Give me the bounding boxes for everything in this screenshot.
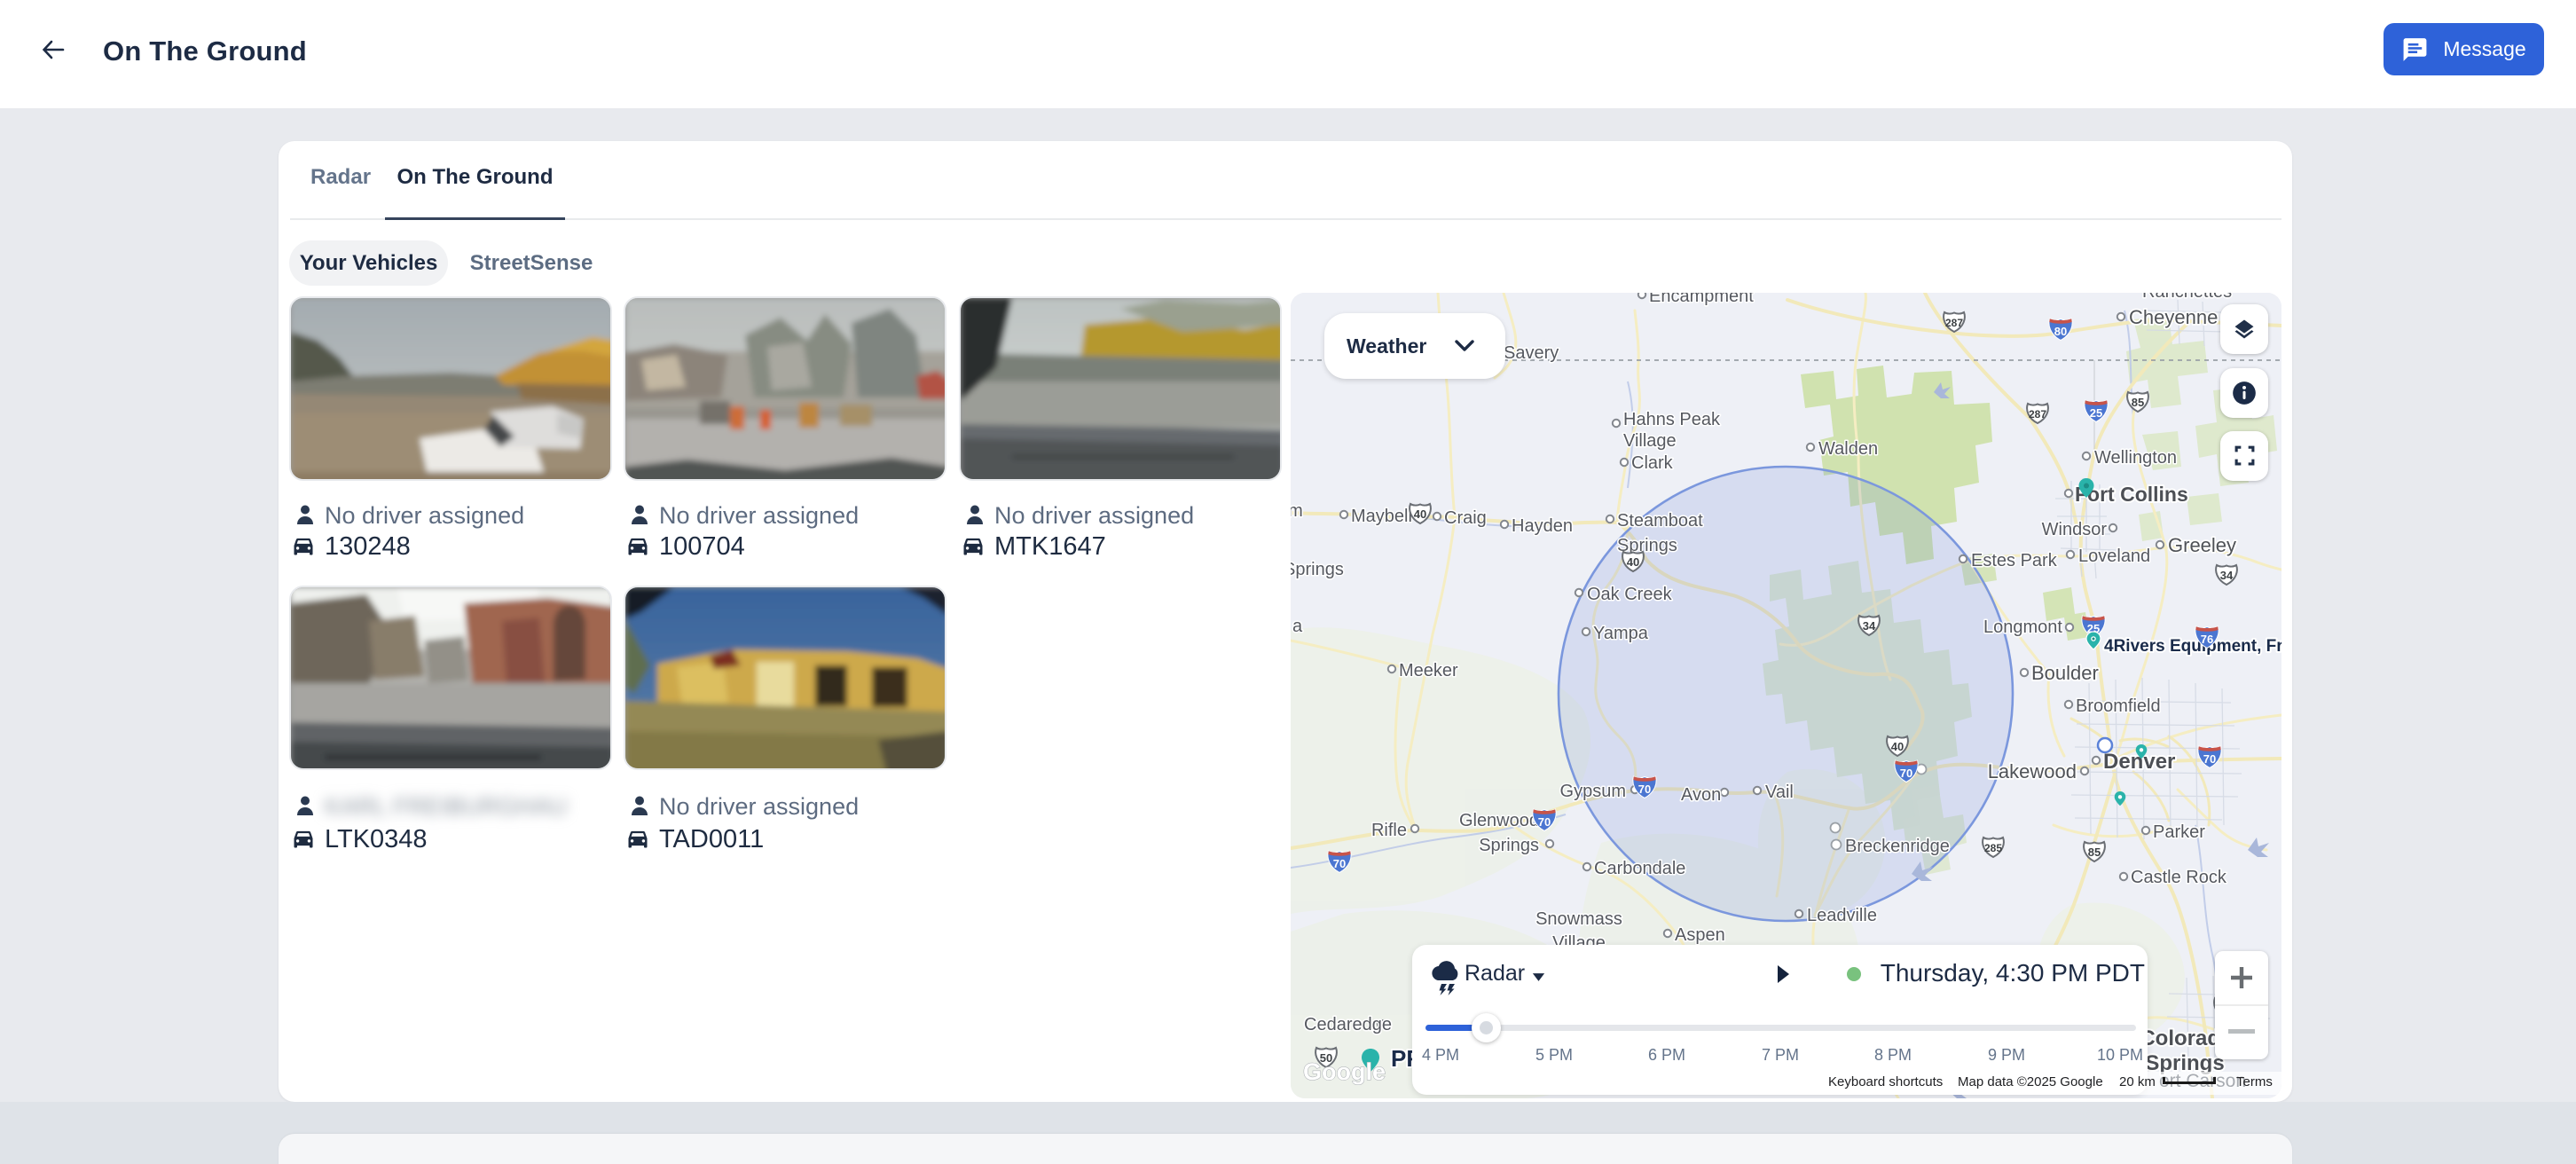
svg-text:a: a [1292,617,1303,636]
svg-text:34: 34 [1863,619,1876,633]
svg-text:Greeley: Greeley [2168,534,2236,556]
svg-text:Rifle: Rifle [1371,821,1407,840]
svg-text:Avon: Avon [1681,785,1721,805]
svg-text:70: 70 [1638,783,1651,796]
svg-text:4Rivers Equipment, Fre: 4Rivers Equipment, Fre [2104,637,2281,656]
svg-text:Broomfield: Broomfield [2076,696,2161,716]
svg-text:Windsor: Windsor [2042,520,2108,539]
svg-text:25: 25 [2090,406,2102,420]
svg-text:Glenwood: Glenwood [1459,811,1539,830]
svg-text:Meeker: Meeker [1399,661,1458,680]
svg-text:Springs: Springs [1479,836,1539,855]
svg-text:40: 40 [1414,507,1426,521]
svg-text:Village: Village [1623,431,1677,451]
svg-text:Savery: Savery [1504,343,1559,363]
svg-text:285: 285 [1984,842,2002,854]
svg-text:70: 70 [1538,815,1551,829]
svg-text:Castle Rock: Castle Rock [2131,868,2227,887]
svg-text:287: 287 [2029,408,2046,421]
svg-text:40: 40 [1627,555,1639,569]
svg-text:Leadville: Leadville [1807,906,1877,925]
svg-text:Cheyenne: Cheyenne [2129,306,2218,328]
svg-text:Wellington: Wellington [2094,448,2177,468]
svg-text:Breckenridge: Breckenridge [1845,837,1950,856]
svg-text:Loveland: Loveland [2078,547,2150,566]
svg-text:Longmont: Longmont [1983,617,2062,637]
svg-text:Encampment: Encampment [1649,293,1754,306]
svg-text:85: 85 [2088,845,2101,859]
svg-text:70: 70 [1333,857,1346,870]
svg-text:287: 287 [1945,317,1963,329]
svg-text:Hayden: Hayden [1512,516,1573,536]
svg-text:Walden: Walden [1818,439,1878,459]
svg-text:Parker: Parker [2153,822,2205,842]
svg-text:Aspen: Aspen [1675,925,1725,945]
svg-text:70: 70 [1900,767,1912,780]
svg-text:Gypsum: Gypsum [1560,782,1626,801]
svg-text:Estes Park: Estes Park [1971,551,2058,570]
svg-text:40: 40 [1891,740,1904,753]
svg-text:34: 34 [2220,569,2234,582]
svg-text:Steamboat: Steamboat [1617,511,1703,531]
svg-text:Snowmass: Snowmass [1535,909,1622,929]
svg-text:Google: Google [1303,1058,1386,1085]
svg-text:Oak Creek: Oak Creek [1587,585,1673,604]
svg-text:Carbondale: Carbondale [1594,859,1685,878]
svg-text:Maybell: Maybell [1351,507,1412,526]
svg-text:80: 80 [2054,325,2067,338]
svg-text:85: 85 [2132,396,2144,409]
svg-text:am: am [1291,501,1303,521]
svg-text:Boulder: Boulder [2031,662,2099,684]
svg-text:Springs: Springs [1291,560,1344,579]
svg-text:Clark: Clark [1631,453,1674,473]
svg-text:70: 70 [2203,752,2216,766]
svg-text:Cedaredge: Cedaredge [1304,1015,1392,1034]
svg-text:Ranchettes: Ranchettes [2142,293,2232,302]
svg-text:Vail: Vail [1765,783,1794,802]
svg-text:Lakewood: Lakewood [1988,760,2077,783]
svg-text:Yampa: Yampa [1593,624,1649,643]
svg-text:Hahns Peak: Hahns Peak [1623,410,1721,429]
svg-text:Craig: Craig [1444,508,1487,528]
svg-text:76: 76 [2201,633,2213,646]
